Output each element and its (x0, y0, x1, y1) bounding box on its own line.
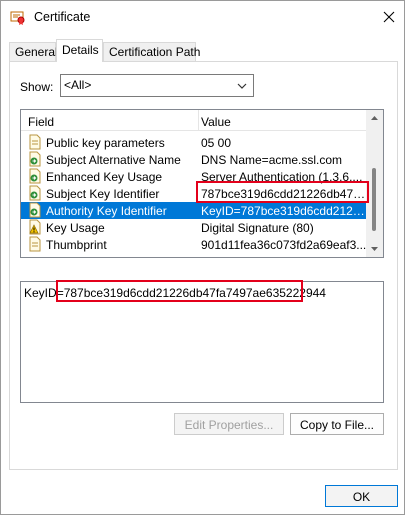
tab-certification-path-label: Certification Path (109, 45, 201, 59)
title-bar: Certificate (1, 1, 404, 34)
ok-button[interactable]: OK (325, 485, 398, 507)
close-icon[interactable] (377, 5, 401, 29)
list-row-authority-key-identifier[interactable]: Authority Key Identifier KeyID=787bce319… (21, 202, 367, 219)
field-name: Thumbprint (46, 238, 107, 252)
list-row-subject-alternative-name[interactable]: Subject Alternative Name DNS Name=acme.s… (21, 151, 366, 168)
extension-icon (29, 185, 41, 201)
extension-icon (29, 151, 41, 167)
field-name: Subject Key Identifier (46, 187, 160, 201)
edit-properties-label: Edit Properties... (184, 418, 274, 432)
chevron-down-icon (237, 83, 247, 89)
window-title: Certificate (34, 10, 91, 24)
field-name: Subject Alternative Name (46, 153, 181, 167)
field-detail-textbox[interactable]: KeyID=787bce319d6cdd21226db47fa7497ae635… (20, 281, 384, 403)
vertical-scrollbar[interactable] (366, 110, 383, 257)
tab-general[interactable]: General (9, 42, 58, 61)
copy-to-file-button[interactable]: Copy to File... (290, 413, 384, 435)
tab-certification-path[interactable]: Certification Path (103, 42, 200, 61)
certificate-dialog: Certificate General Details Certificatio… (0, 0, 405, 515)
detail-prefix: KeyID (24, 286, 57, 300)
tab-details[interactable]: Details (56, 39, 103, 62)
edit-properties-button[interactable]: Edit Properties... (174, 413, 284, 435)
field-name: Enhanced Key Usage (46, 170, 163, 184)
field-value: 787bce319d6cdd21226db47fa... (201, 187, 367, 201)
scroll-up-icon[interactable] (366, 110, 383, 127)
detail-value: =787bce319d6cdd21226db47fa7497ae63522294… (56, 286, 326, 300)
field-value: Server Authentication (1.3.6.... (201, 170, 363, 184)
list-row-key-usage[interactable]: Key Usage Digital Signature (80) (21, 219, 366, 236)
document-icon (29, 134, 41, 150)
warning-extension-icon (29, 219, 41, 235)
extension-icon (29, 202, 41, 218)
document-icon (29, 236, 41, 252)
list-header: Field Value (21, 110, 366, 131)
extension-icon (29, 168, 41, 184)
field-value: 901d11fea36c073fd2a69eaf3... (201, 238, 367, 252)
list-row-enhanced-key-usage[interactable]: Enhanced Key Usage Server Authentication… (21, 168, 366, 185)
show-label: Show: (20, 80, 54, 94)
column-header-field[interactable]: Field (28, 115, 54, 129)
ok-label: OK (352, 490, 371, 504)
list-row-thumbprint[interactable]: Thumbprint 901d11fea36c073fd2a69eaf3... (21, 236, 366, 253)
list-row-subject-key-identifier[interactable]: Subject Key Identifier 787bce319d6cdd212… (21, 185, 367, 202)
column-header-value[interactable]: Value (201, 115, 231, 129)
field-value: Digital Signature (80) (201, 221, 314, 235)
tab-general-label: General (15, 45, 58, 59)
list-row-public-key-parameters[interactable]: Public key parameters 05 00 (21, 134, 366, 151)
field-value: DNS Name=acme.ssl.com (201, 153, 343, 167)
field-name: Public key parameters (46, 136, 165, 150)
scroll-down-icon[interactable] (366, 240, 383, 257)
column-divider[interactable] (198, 110, 199, 131)
field-name: Key Usage (46, 221, 105, 235)
show-dropdown[interactable]: <All> (60, 74, 254, 97)
copy-to-file-label: Copy to File... (299, 418, 375, 432)
field-value: KeyID=787bce319d6cdd2122... (201, 204, 367, 218)
details-panel: Show: <All> Field Value Public key param… (9, 61, 398, 470)
tab-details-label: Details (62, 43, 99, 57)
scrollbar-thumb[interactable] (372, 168, 376, 231)
field-value: 05 00 (201, 136, 232, 150)
show-dropdown-value: <All> (64, 78, 92, 92)
certificate-icon (10, 11, 25, 25)
field-detail-text: KeyID=787bce319d6cdd21226db47fa7497ae635… (24, 286, 326, 300)
field-list[interactable]: Field Value Public key parameters 05 00 … (20, 109, 384, 258)
field-name: Authority Key Identifier (46, 204, 167, 218)
